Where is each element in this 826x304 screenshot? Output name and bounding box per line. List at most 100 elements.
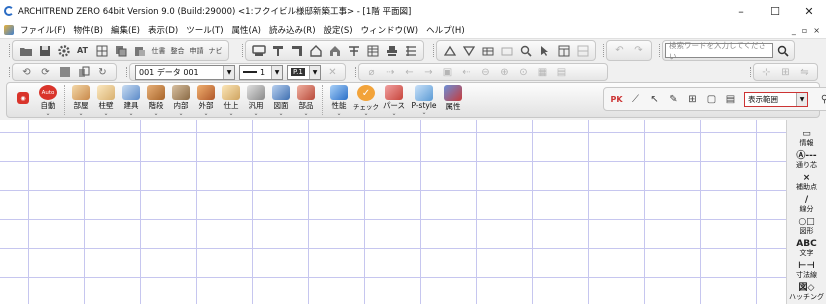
tool-drawing[interactable]: 図面 ⌄ xyxy=(269,83,293,117)
draw-mode-3-icon[interactable] xyxy=(56,64,73,81)
grid-icon[interactable] xyxy=(93,42,110,59)
table-icon[interactable] xyxy=(364,42,381,59)
redo-icon[interactable]: ↷ xyxy=(630,42,647,59)
edit-tool-11-icon[interactable]: ▤ xyxy=(553,64,570,81)
mdi-restore-button[interactable]: ▫ xyxy=(802,26,807,35)
menu-view[interactable]: 表示(D) xyxy=(144,24,182,36)
select-icon[interactable] xyxy=(536,42,553,59)
mdi-minimize-button[interactable]: _ xyxy=(792,26,796,35)
export-icon[interactable] xyxy=(288,42,305,59)
pointer-icon[interactable]: ↖ xyxy=(646,91,663,108)
house-3d-icon[interactable] xyxy=(326,42,343,59)
draw-mode-2-icon[interactable]: ⟳ xyxy=(37,64,54,81)
mdi-close-button[interactable]: × xyxy=(813,26,820,35)
menu-import[interactable]: 読み込み(R) xyxy=(265,24,320,36)
edit-tool-3-icon[interactable]: ← xyxy=(401,64,418,81)
tool-room[interactable]: 部屋 ⌄ xyxy=(69,83,93,117)
frame-icon[interactable]: ▢ xyxy=(703,91,720,108)
tool-finish[interactable]: 仕上 ⌄ xyxy=(219,83,243,117)
triangle-down-icon[interactable] xyxy=(460,42,477,59)
draw-mode-4-icon[interactable] xyxy=(75,64,92,81)
tool-perspective[interactable]: パース ⌄ xyxy=(381,83,407,117)
menu-attributes[interactable]: 属性(A) xyxy=(228,24,265,36)
measure-icon[interactable]: ⊞ xyxy=(684,91,701,108)
print-preview-icon[interactable] xyxy=(250,42,267,59)
pen-tool-icon[interactable]: ✎ xyxy=(665,91,682,108)
menu-window[interactable]: ウィンドウ(W) xyxy=(357,24,423,36)
range-select[interactable]: 表示範囲 ▼ xyxy=(744,91,808,107)
menu-tools[interactable]: ツール(T) xyxy=(182,24,227,36)
tool-p-style[interactable]: P-style ⌄ xyxy=(408,83,440,117)
side-text-button[interactable]: ABC 文字 xyxy=(789,238,825,258)
menu-property[interactable]: 物件(B) xyxy=(70,24,107,36)
pen-select[interactable]: P.1 ▼ xyxy=(287,64,321,80)
tool-performance[interactable]: 性能 ⌄ xyxy=(327,83,351,117)
edit-tool-2-icon[interactable]: ⇢ xyxy=(382,64,399,81)
line-select-icon[interactable]: ⟋ xyxy=(627,91,644,108)
spec-icon[interactable]: 仕書 xyxy=(150,42,167,59)
edit-tool-9-icon[interactable]: ⊙ xyxy=(515,64,532,81)
stamp-icon[interactable] xyxy=(383,42,400,59)
window-2-icon[interactable] xyxy=(574,42,591,59)
person-icon[interactable]: ⚲ xyxy=(816,91,826,108)
minimize-button[interactable]: – xyxy=(724,0,758,22)
navi-icon[interactable]: ナビ xyxy=(207,42,224,59)
search-input[interactable]: 検索ワードを入力してください xyxy=(665,41,773,61)
system-menu-icon[interactable] xyxy=(4,25,14,35)
application-icon[interactable]: 申請 xyxy=(188,42,205,59)
tool-interior[interactable]: 内部 ⌄ xyxy=(169,83,193,117)
tool-ai[interactable]: ◉ xyxy=(11,83,35,117)
side-line-button[interactable]: ∕ 線分 xyxy=(789,194,825,214)
tool-check[interactable]: ✓ チェック ⌄ xyxy=(352,83,380,117)
gear-icon[interactable] xyxy=(55,42,72,59)
layer-select[interactable]: 001 データ 001 ▼ xyxy=(135,64,235,80)
side-aux-point-button[interactable]: × 補助点 xyxy=(789,172,825,192)
tool-parts[interactable]: 部品 ⌄ xyxy=(294,83,318,117)
triangle-up-icon[interactable] xyxy=(441,42,458,59)
close-button[interactable]: ✕ xyxy=(792,0,826,22)
edit-tool-5-icon[interactable]: ▣ xyxy=(439,64,456,81)
undo-icon[interactable]: ↶ xyxy=(611,42,628,59)
tool-attributes[interactable]: 属性 xyxy=(441,83,465,117)
edit-tool-1-icon[interactable]: ⌀ xyxy=(363,64,380,81)
tool-exterior[interactable]: 外部 ⌄ xyxy=(194,83,218,117)
edit-tool-7-icon[interactable]: ⊖ xyxy=(477,64,494,81)
tool-stairs[interactable]: 階段 ⌄ xyxy=(144,83,168,117)
edit-tool-6-icon[interactable]: ⇠ xyxy=(458,64,475,81)
maximize-button[interactable]: ☐ xyxy=(758,0,792,22)
side-shape-button[interactable]: ○□ 図形 xyxy=(789,216,825,236)
menu-settings[interactable]: 設定(S) xyxy=(320,24,357,36)
draw-mode-1-icon[interactable]: ⟲ xyxy=(18,64,35,81)
consistency-icon[interactable]: 整合 xyxy=(169,42,186,59)
tool-general[interactable]: 汎用 ⌄ xyxy=(244,83,268,117)
copy-icon[interactable] xyxy=(112,42,129,59)
window-icon[interactable] xyxy=(555,42,572,59)
edit-tool-4-icon[interactable]: → xyxy=(420,64,437,81)
ai-tool-icon[interactable]: AT xyxy=(74,42,91,59)
edit-tool-10-icon[interactable]: ▦ xyxy=(534,64,551,81)
line-width-select[interactable]: 1 ▼ xyxy=(239,64,283,80)
paste-icon[interactable] xyxy=(131,42,148,59)
tool-fittings[interactable]: 建具 ⌄ xyxy=(119,83,143,117)
folder-open-icon[interactable] xyxy=(17,42,34,59)
side-info-button[interactable]: ▭ 情報 xyxy=(789,128,825,148)
edit-tool-8-icon[interactable]: ⊕ xyxy=(496,64,513,81)
house-icon[interactable] xyxy=(307,42,324,59)
pick-icon[interactable]: PK xyxy=(608,91,625,108)
side-grid-line-button[interactable]: Ⓐ--- 通り芯 xyxy=(789,150,825,170)
distribute-icon[interactable]: ⊞ xyxy=(777,64,794,81)
side-hatching-button[interactable]: 図◇ ハッチング xyxy=(789,282,825,302)
drawing-canvas[interactable] xyxy=(0,120,786,304)
flip-icon[interactable]: ⇋ xyxy=(796,64,813,81)
tool-auto[interactable]: Auto 自動 ⌄ xyxy=(36,83,60,117)
zoom-icon[interactable] xyxy=(517,42,534,59)
menu-file[interactable]: ファイル(F) xyxy=(16,24,70,36)
text-tool-icon[interactable] xyxy=(345,42,362,59)
layout-icon[interactable] xyxy=(402,42,419,59)
draw-mode-5-icon[interactable]: ↻ xyxy=(94,64,111,81)
menu-edit[interactable]: 編集(E) xyxy=(107,24,144,36)
tool-pillar-wall[interactable]: 柱壁 ⌄ xyxy=(94,83,118,117)
search-icon[interactable] xyxy=(774,42,791,59)
sheet-icon[interactable]: ▤ xyxy=(722,91,739,108)
side-dimension-button[interactable]: ⊢⊣ 寸法線 xyxy=(789,260,825,280)
